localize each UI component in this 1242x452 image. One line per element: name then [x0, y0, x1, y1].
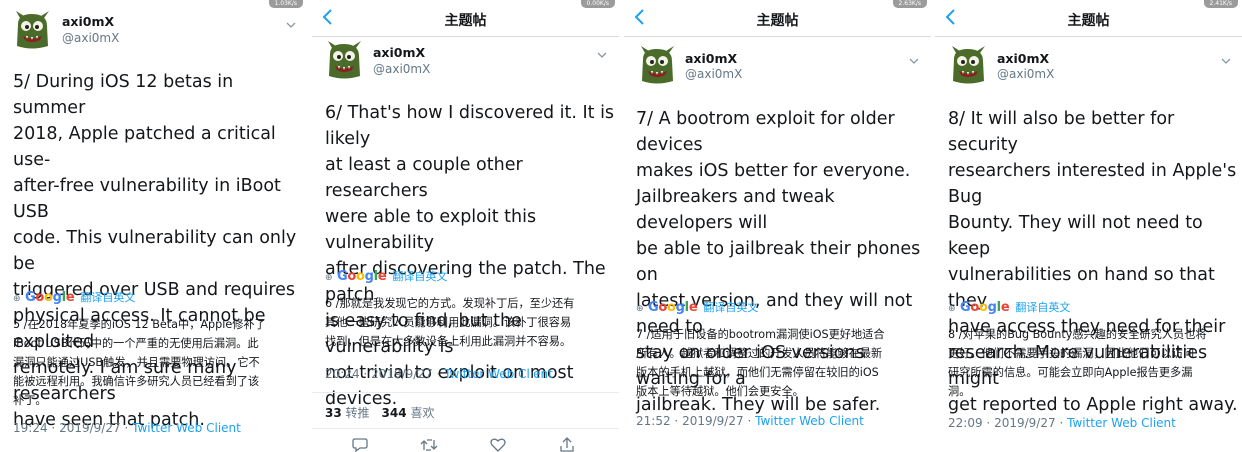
- network-speed: 1.03K/s: [268, 0, 303, 8]
- tweet-panel-2: 0.00K/s 主题帖 axi0mX @axi0mX 6/ That's how…: [312, 0, 619, 452]
- chevron-down-icon[interactable]: [909, 57, 919, 65]
- google-logo: Google: [960, 300, 1010, 315]
- client-link[interactable]: Twitter Web Client: [444, 367, 553, 381]
- chevron-down-icon[interactable]: [1221, 57, 1231, 65]
- nav-bar: 主题帖: [935, 0, 1242, 37]
- user-handle[interactable]: @axi0mX: [997, 67, 1054, 81]
- reply-icon[interactable]: [352, 438, 368, 452]
- tweet-panel-1: 1.03K/s axi0mX @axi0mX 5/ During iOS 12 …: [0, 0, 307, 452]
- nav-title: 主题帖: [756, 13, 799, 29]
- globe-icon: ⊕: [948, 304, 956, 314]
- tweet-panel-3: 2.63K/s 主题帖 axi0mX @axi0mX 7/ A bootrom …: [624, 0, 931, 452]
- nav-title: 主题帖: [444, 13, 487, 29]
- translate-link[interactable]: ⊕ Google 翻译自英文: [636, 300, 758, 316]
- translate-link[interactable]: ⊕ Google 翻译自英文: [325, 269, 447, 285]
- avatar[interactable]: [326, 40, 363, 80]
- share-icon[interactable]: [560, 437, 574, 452]
- globe-icon: ⊕: [13, 294, 21, 304]
- user-name[interactable]: axi0mX: [685, 51, 737, 66]
- translated-text: 6 /那就是我发现它的方式。发现补丁后，至少还有 其他一些研究人员能够利用此漏洞。…: [325, 297, 575, 348]
- client-link[interactable]: Twitter Web Client: [132, 421, 241, 435]
- chevron-down-icon[interactable]: [286, 21, 296, 29]
- avatar[interactable]: [950, 45, 987, 85]
- user-name[interactable]: axi0mX: [62, 14, 114, 29]
- tweet-meta: 20:24 · 2019/9/27 · Twitter Web Client: [325, 367, 553, 381]
- tweet-panel-4: 2.41K/s 主题帖 axi0mX @axi0mX 8/ It will al…: [935, 0, 1242, 452]
- user-handle[interactable]: @axi0mX: [62, 31, 119, 45]
- tweet-meta: 21:52 · 2019/9/27 · Twitter Web Client: [636, 414, 864, 428]
- tweet-stats[interactable]: 33 转推 344 喜欢: [325, 404, 446, 421]
- globe-icon: ⊕: [636, 304, 644, 314]
- user-name[interactable]: axi0mX: [373, 45, 425, 60]
- retweet-icon[interactable]: [420, 438, 438, 452]
- translate-link[interactable]: ⊕ Google 翻译自英文: [948, 300, 1070, 316]
- tweet-meta: 22:09 · 2019/9/27 · Twitter Web Client: [948, 416, 1176, 430]
- client-link[interactable]: Twitter Web Client: [1067, 416, 1176, 430]
- tweet-text: 6/ That's how I discovered it. It is lik…: [325, 103, 615, 409]
- translated-text: 8 /对苹果的Bug Bounty感兴趣的安全研究人员也将 更好。他们不需要手头的…: [948, 328, 1207, 398]
- divider: [312, 392, 619, 393]
- divider: [312, 428, 619, 429]
- translate-link[interactable]: ⊕ Google 翻译自英文: [13, 290, 135, 306]
- nav-title: 主题帖: [1067, 13, 1110, 29]
- chevron-down-icon[interactable]: [597, 51, 607, 59]
- google-logo: Google: [337, 269, 387, 284]
- google-logo: Google: [648, 300, 698, 315]
- nav-bar: 主题帖: [312, 0, 619, 37]
- google-logo: Google: [25, 290, 75, 305]
- globe-icon: ⊕: [325, 273, 333, 283]
- user-handle[interactable]: @axi0mX: [373, 62, 430, 76]
- client-link[interactable]: Twitter Web Client: [755, 414, 864, 428]
- translated-text: 5 /在2018年夏季的iOS 12 Beta中，Apple修补了 iBoot U…: [13, 318, 266, 407]
- tweet-meta: 19:24 · 2019/9/27 · Twitter Web Client: [13, 421, 241, 435]
- avatar[interactable]: [639, 45, 676, 85]
- avatar[interactable]: [14, 10, 51, 50]
- like-icon[interactable]: [490, 438, 506, 452]
- translated-text: 7 /适用于旧设备的bootrom漏洞使iOS更好地适合 所有人。越狱者和调整过的…: [636, 328, 885, 398]
- user-handle[interactable]: @axi0mX: [685, 67, 742, 81]
- user-name[interactable]: axi0mX: [997, 51, 1049, 66]
- nav-bar: 主题帖: [624, 0, 931, 37]
